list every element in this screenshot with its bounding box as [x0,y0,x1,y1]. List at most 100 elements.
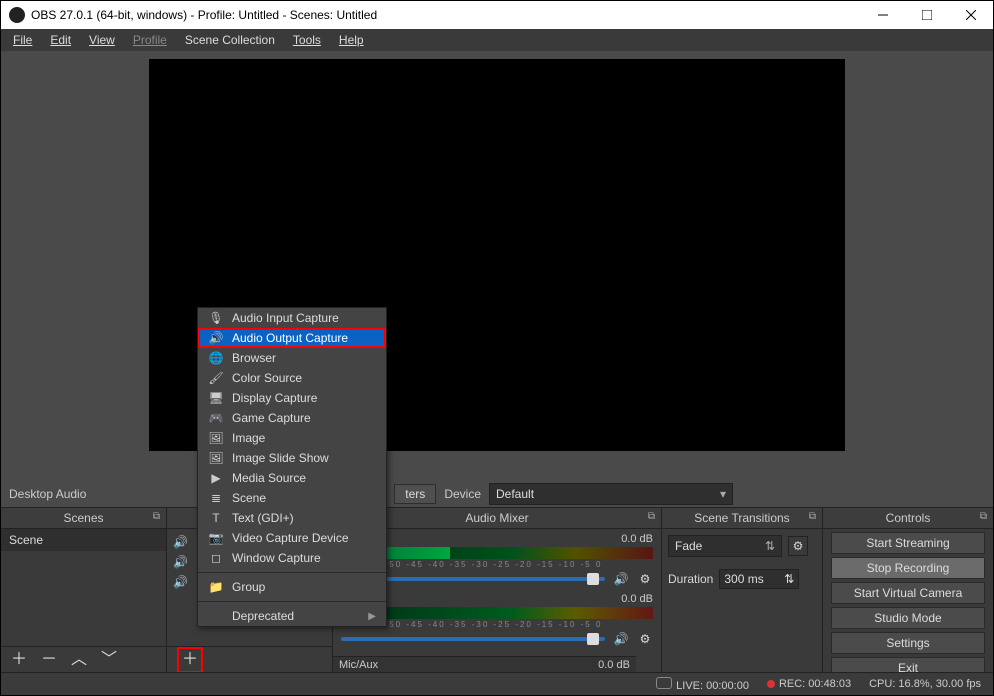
duration-label: Duration [668,572,713,586]
remove-scene-button[interactable]: － [41,652,57,668]
source-type-icon: 📷 [208,531,224,545]
menu-edit[interactable]: Edit [42,31,79,49]
popout-icon[interactable]: ⧉ [809,511,816,522]
device-combo-value: Default [496,487,534,501]
volume-slider[interactable] [341,637,605,641]
status-bar: LIVE: 00:00:00 REC: 00:48:03 CPU: 16.8%,… [1,672,993,695]
popout-icon[interactable]: ⧉ [153,511,160,522]
speaker-icon[interactable]: 🔊 [613,631,629,647]
mixer-level: 0.0 dB [621,533,653,545]
controls-dock: Controls⧉ Start Streaming Stop Recording… [823,507,993,673]
status-live: LIVE: 00:00:00 [656,677,749,692]
scene-item[interactable]: Scene [1,529,166,551]
submenu-arrow-icon: ▶ [368,611,376,622]
add-scene-button[interactable]: ＋ [11,652,27,668]
close-button[interactable] [949,1,993,29]
speaker-icon[interactable]: 🔊 [613,571,629,587]
scenes-title: Scenes⧉ [1,507,166,529]
exit-button[interactable]: Exit [831,657,985,673]
context-item-video-capture-device[interactable]: 📷 Video Capture Device [198,528,386,548]
studio-mode-button[interactable]: Studio Mode [831,607,985,629]
context-item-label: Window Capture [232,551,321,565]
properties-bar: Desktop Audio ters Device Default ▾ [1,481,993,507]
filters-button-fragment[interactable]: ters [394,484,436,504]
scene-down-button[interactable]: ﹀ [101,652,117,668]
context-item-deprecated[interactable]: Deprecated▶ [198,606,386,626]
context-item-label: Image Slide Show [232,451,329,465]
chevron-updown-icon: ⇅ [784,572,794,586]
menu-profile[interactable]: Profile [125,31,175,49]
context-item-label: Video Capture Device [232,531,349,545]
add-source-button[interactable]: ＋ [177,647,203,673]
menu-view[interactable]: View [81,31,123,49]
start-streaming-button[interactable]: Start Streaming [831,532,985,554]
context-item-scene[interactable]: ≣ Scene [198,488,386,508]
gear-icon[interactable]: ⚙ [637,631,653,647]
transitions-dock: Scene Transitions⧉ Fade⇅ ⚙ Duration 300 … [662,507,823,673]
menu-scene-collection[interactable]: Scene Collection [177,31,283,49]
speaker-icon[interactable]: 🔊 [173,555,188,569]
popout-icon[interactable]: ⧉ [980,511,987,522]
minimize-button[interactable] [861,1,905,29]
device-combo[interactable]: Default ▾ [489,483,733,505]
record-icon [767,680,775,688]
menubar: File Edit View Profile Scene Collection … [1,29,993,51]
app-icon [9,7,25,23]
context-item-label: Scene [232,491,266,505]
speaker-icon[interactable]: 🔊 [173,575,188,589]
source-type-icon: 🖼 [208,451,224,465]
context-item-game-capture[interactable]: 🎮Game Capture [198,408,386,428]
context-item-group[interactable]: 📁Group [198,577,386,597]
context-item-browser[interactable]: 🌐Browser [198,348,386,368]
context-item-audio-output-capture[interactable]: 🔊Audio Output Capture [198,328,386,348]
popout-icon[interactable]: ⧉ [648,511,655,522]
titlebar: OBS 27.0.1 (64-bit, windows) - Profile: … [1,1,993,29]
menu-help[interactable]: Help [331,31,372,49]
context-item-audio-input-capture[interactable]: 🎙Audio Input Capture [198,308,386,328]
context-item-label: Media Source [232,471,306,485]
gear-icon[interactable]: ⚙ [637,571,653,587]
maximize-button[interactable] [905,1,949,29]
status-cpu: CPU: 16.8%, 30.00 fps [869,678,981,690]
context-item-media-source[interactable]: ▶Media Source [198,468,386,488]
context-item-image[interactable]: 🖼 Image [198,428,386,448]
speaker-icon[interactable]: 🔊 [173,535,188,549]
context-item-window-capture[interactable]: ◻Window Capture [198,548,386,568]
context-item-image-slide-show[interactable]: 🖼 Image Slide Show [198,448,386,468]
start-virtual-camera-button[interactable]: Start Virtual Camera [831,582,985,604]
docks: Scenes⧉ Scene ＋ － ︿ ﹀ Sources⧉ 🔊 🔊 🔊 [1,507,993,673]
status-rec: REC: 00:48:03 [767,678,851,690]
settings-button[interactable]: Settings [831,632,985,654]
audio-meter [341,607,653,619]
broadcast-icon [656,677,672,689]
mixer-level: 0.0 dB [621,593,653,605]
context-item-label: Image [232,431,265,445]
stop-recording-button[interactable]: Stop Recording [831,557,985,579]
desktop-audio-label: Desktop Audio [9,487,86,501]
device-label: Device [444,487,481,501]
context-item-label: Browser [232,351,276,365]
scene-up-button[interactable]: ︿ [71,652,87,668]
controls-title: Controls⧉ [823,507,993,529]
menu-file[interactable]: File [5,31,40,49]
source-type-icon: 🎙 [208,311,224,325]
context-item-text-gdi-[interactable]: TText (GDI+) [198,508,386,528]
gear-icon[interactable]: ⚙ [788,536,808,556]
context-item-label: Color Source [232,371,302,385]
source-type-icon: T [208,511,224,525]
chevron-updown-icon: ⇅ [765,539,775,553]
folder-icon: 📁 [208,580,224,594]
preview-area [1,51,993,469]
context-item-color-source[interactable]: 🖌Color Source [198,368,386,388]
source-type-icon: 🖼 [208,431,224,445]
source-audio-icons: 🔊 🔊 🔊 [173,535,188,589]
source-type-icon: ≣ [208,491,224,505]
source-type-icon: 🎮 [208,411,224,425]
mixer-tab[interactable]: Mic/Aux 0.0 dB [333,656,636,673]
transitions-title: Scene Transitions⧉ [662,507,822,529]
menu-tools[interactable]: Tools [285,31,329,49]
context-item-display-capture[interactable]: 🖥Display Capture [198,388,386,408]
duration-spinbox[interactable]: 300 ms⇅ [719,569,799,589]
source-type-icon: 🖥 [208,391,224,405]
transition-combo[interactable]: Fade⇅ [668,535,782,557]
